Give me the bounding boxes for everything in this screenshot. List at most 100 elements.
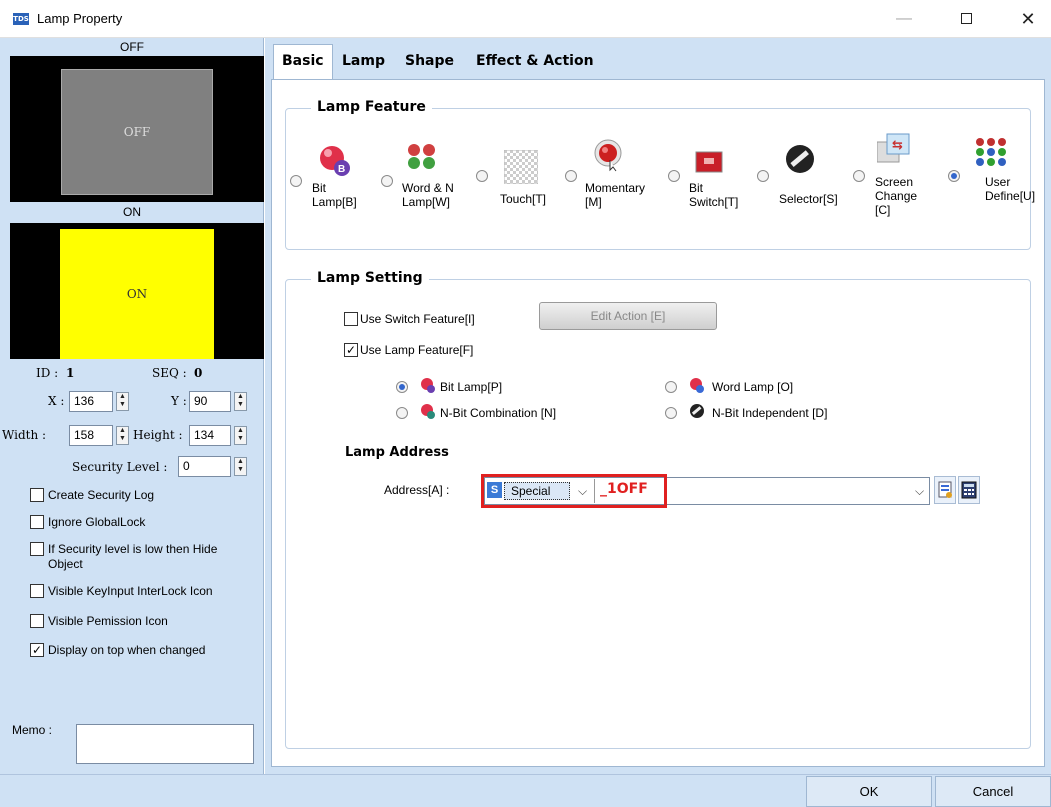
address-book-icon <box>938 481 952 498</box>
visible-keyinput-interlock-checkbox[interactable]: Visible KeyInput InterLock Icon <box>30 582 262 600</box>
checkbox-box[interactable] <box>30 614 44 628</box>
momentary-icon <box>592 138 626 172</box>
window-title: Lamp Property <box>37 11 123 26</box>
address-browse-button[interactable] <box>934 476 956 504</box>
address-keypad-button[interactable] <box>958 476 980 504</box>
checkbox-box[interactable] <box>30 542 44 556</box>
lamp-feature-title: Lamp Feature <box>311 99 432 115</box>
create-security-log-checkbox[interactable]: Create Security Log <box>30 486 260 504</box>
word-lamp-radio[interactable] <box>381 175 393 187</box>
bit-lamp-label-2: Lamp[B] <box>312 195 357 209</box>
momentary-label-1: Momentary <box>585 181 646 195</box>
height-spinner[interactable]: ▲ ▼ <box>234 426 247 445</box>
cancel-button[interactable]: Cancel <box>935 776 1051 807</box>
nbit-independent-radio[interactable] <box>665 407 677 419</box>
user-define-radio[interactable] <box>948 170 960 182</box>
checkbox-box[interactable] <box>30 488 44 502</box>
checkbox-box[interactable]: ✓ <box>30 643 44 657</box>
on-state-label: ON <box>123 205 141 219</box>
screen-change-radio[interactable] <box>853 170 865 182</box>
bit-switch-radio[interactable] <box>668 170 680 182</box>
maximize-icon <box>960 13 972 25</box>
user-define-icon <box>975 136 1009 170</box>
address-highlight-box <box>481 474 667 508</box>
nbit-combination-icon <box>420 403 436 419</box>
checkbox-label-line2: Object <box>48 557 83 571</box>
close-icon: ✕ <box>1020 9 1036 29</box>
security-level-spinner[interactable]: ▲ ▼ <box>234 457 247 476</box>
maximize-button[interactable] <box>943 0 989 38</box>
tab-shape[interactable]: Shape <box>397 45 462 78</box>
bit-lamp-type-radio[interactable] <box>396 381 408 393</box>
y-spinner[interactable]: ▲ ▼ <box>234 392 247 411</box>
screen-change-label-2: Change <box>875 189 918 203</box>
word-lamp-small-icon <box>689 377 705 393</box>
width-spinner[interactable]: ▲ ▼ <box>116 426 129 445</box>
security-level-label: Security Level : <box>72 460 168 474</box>
use-lamp-label: Use Lamp Feature[F] <box>360 343 474 357</box>
display-on-top-checkbox[interactable]: ✓ Display on top when changed <box>30 641 262 659</box>
minimize-button[interactable]: — <box>881 0 927 38</box>
bit-switch-label-2: Switch[T] <box>689 195 739 209</box>
x-spinner[interactable]: ▲ ▼ <box>116 392 129 411</box>
width-label: Width : <box>2 428 47 442</box>
close-button[interactable]: ✕ <box>1005 0 1051 38</box>
app-icon: TDS <box>13 13 29 25</box>
use-switch-checkbox[interactable] <box>344 312 358 326</box>
chevron-down-icon[interactable]: ⌵ <box>915 484 924 499</box>
touch-radio[interactable] <box>476 170 488 182</box>
screen-change-label-1: Screen <box>875 175 914 189</box>
ok-button[interactable]: OK <box>806 776 932 807</box>
off-swatch: OFF <box>61 69 213 195</box>
memo-input[interactable] <box>76 724 254 764</box>
bit-lamp-icon: B <box>318 142 352 176</box>
lamp-setting-title: Lamp Setting <box>311 270 429 286</box>
tab-effect-action[interactable]: Effect & Action <box>468 45 602 78</box>
id-value: 1 <box>66 366 75 380</box>
nbit-combination-radio[interactable] <box>396 407 408 419</box>
use-lamp-checkbox[interactable]: ✓ <box>344 343 358 357</box>
seq-label: SEQ : <box>152 366 187 380</box>
tab-lamp[interactable]: Lamp <box>334 45 393 78</box>
lamp-feature-group <box>285 108 1031 250</box>
checkbox-label: Display on top when changed <box>48 643 206 657</box>
selector-radio[interactable] <box>757 170 769 182</box>
bit-lamp-type-label: Bit Lamp[P] <box>440 380 503 394</box>
nbit-independent-label: N-Bit Independent [D] <box>712 406 828 420</box>
x-input[interactable]: 136 <box>69 391 113 412</box>
tab-basic[interactable]: Basic <box>273 44 333 80</box>
security-level-input[interactable]: 0 <box>178 456 231 477</box>
off-preview: OFF <box>10 56 264 202</box>
id-label: ID : <box>36 366 59 380</box>
keypad-icon <box>961 481 977 499</box>
screen-change-label-3: [C] <box>875 203 891 217</box>
nbit-independent-icon <box>689 403 705 419</box>
word-lamp-type-label: Word Lamp [O] <box>712 380 794 394</box>
nbit-combination-label: N-Bit Combination [N] <box>440 406 557 420</box>
hide-object-checkbox[interactable]: If Security level is low then Hide Objec… <box>30 540 262 574</box>
y-input[interactable]: 90 <box>189 391 231 412</box>
touch-icon <box>503 149 539 185</box>
checkbox-label: Visible KeyInput InterLock Icon <box>48 584 213 598</box>
visible-permission-icon-checkbox[interactable]: Visible Pemission Icon <box>30 612 262 630</box>
selector-icon <box>784 142 818 176</box>
svg-text:B: B <box>338 164 345 175</box>
checkbox-label: Ignore GlobalLock <box>48 515 146 529</box>
momentary-label-2: [M] <box>585 195 602 209</box>
edit-action-button[interactable]: Edit Action [E] <box>539 302 717 330</box>
checkbox-box[interactable] <box>30 515 44 529</box>
on-swatch: ON <box>60 229 214 359</box>
word-lamp-icon <box>405 140 439 174</box>
height-label: Height : <box>133 428 183 442</box>
off-state-label: OFF <box>120 40 144 54</box>
width-input[interactable]: 158 <box>69 425 113 446</box>
x-label: X : <box>48 394 65 408</box>
checkbox-box[interactable] <box>30 584 44 598</box>
height-input[interactable]: 134 <box>189 425 231 446</box>
ignore-globallock-checkbox[interactable]: Ignore GlobalLock <box>30 513 260 531</box>
bit-lamp-radio[interactable] <box>290 175 302 187</box>
word-lamp-type-radio[interactable] <box>665 381 677 393</box>
momentary-radio[interactable] <box>565 170 577 182</box>
use-switch-label: Use Switch Feature[I] <box>360 312 475 326</box>
lamp-address-title: Lamp Address <box>345 445 449 460</box>
